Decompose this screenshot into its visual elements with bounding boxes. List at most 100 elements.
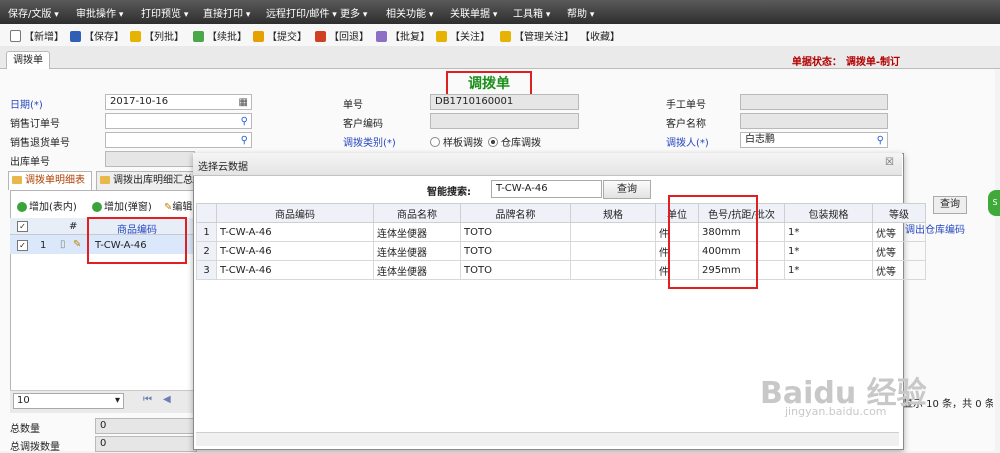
total-qty-field: 0	[95, 418, 197, 434]
cell-product-code[interactable]: T-CW-A-46	[216, 241, 374, 261]
continue-approve-button[interactable]: 【续批】	[193, 28, 247, 43]
col-brand[interactable]: 品牌名称	[460, 203, 571, 223]
col-product-name[interactable]: 商品名称	[373, 203, 461, 223]
search-icon[interactable]: ⚲	[241, 115, 248, 129]
new-button[interactable]: 【新增】	[10, 28, 64, 43]
cell-brand[interactable]: TOTO	[460, 222, 571, 242]
cell-product-code[interactable]: T-CW-A-46	[216, 260, 374, 280]
watch-button[interactable]: 【关注】	[436, 28, 490, 43]
transfer-type-label: 调拨类别(*)	[343, 138, 396, 149]
col-grade[interactable]: 等级	[872, 203, 926, 223]
cell-product-name[interactable]: 连体坐便器	[373, 260, 461, 280]
dialog-titlebar: 选择云数据 ☒	[193, 153, 902, 176]
sales-order-field[interactable]: ⚲	[105, 113, 252, 129]
table-row[interactable]: 2 T-CW-A-46 连体坐便器 TOTO 件 400mm 1* 优等	[196, 241, 926, 261]
menu-direct-print[interactable]: 直接打印	[203, 5, 250, 20]
cell-package[interactable]: 1*	[784, 260, 873, 280]
tab-detail[interactable]: 调拨单明细表	[8, 171, 92, 190]
manual-no-label: 手工单号	[666, 100, 706, 111]
list-approve-button[interactable]: 【列批】	[130, 28, 184, 43]
cell-spec[interactable]	[570, 222, 656, 242]
cell-spec[interactable]	[570, 241, 656, 261]
cell-grade[interactable]: 优等	[872, 260, 926, 280]
dialog-title: 选择云数据	[198, 162, 248, 173]
add-inline-button[interactable]: 增加(表内)	[17, 198, 77, 213]
side-badge[interactable]: S	[988, 190, 1000, 216]
menu-linked-docs[interactable]: 关联单据	[450, 5, 497, 20]
col-index	[196, 203, 217, 223]
sales-order-label: 销售订单号	[10, 119, 60, 130]
menu-save[interactable]: 保存/文版	[8, 5, 59, 20]
out-no-field[interactable]	[105, 151, 195, 167]
favorite-button[interactable]: 【收藏】	[580, 28, 620, 43]
select-all-checkbox[interactable]: ✓	[17, 221, 28, 232]
search-icon[interactable]: ⚲	[241, 134, 248, 148]
cell-index: 1	[196, 222, 217, 242]
close-icon[interactable]: ☒	[885, 157, 894, 168]
tab-transfer-order[interactable]: 调拨单	[6, 51, 50, 69]
customer-name-label: 客户名称	[666, 119, 706, 130]
rollback-button[interactable]: 【回退】	[315, 28, 369, 43]
smart-search-input[interactable]: T-CW-A-46	[491, 180, 602, 198]
col-package[interactable]: 包装规格	[784, 203, 873, 223]
menu-remote-print[interactable]: 远程打印/邮件	[266, 5, 337, 20]
add-popup-button[interactable]: 增加(弹窗)	[92, 198, 152, 213]
query-button[interactable]: 查询	[603, 180, 651, 199]
cell-product-name[interactable]: 连体坐便器	[373, 241, 461, 261]
submit-icon	[253, 31, 264, 42]
cell-product-name[interactable]: 连体坐便器	[373, 222, 461, 242]
edit-row-icon[interactable]: ✎	[73, 239, 81, 250]
add-icon	[92, 202, 102, 212]
submit-button[interactable]: 【提交】	[253, 28, 307, 43]
menu-more[interactable]: 更多	[340, 5, 367, 20]
customer-code-field[interactable]	[430, 113, 579, 129]
first-page-icon[interactable]: ⏮	[143, 394, 152, 405]
transferor-field[interactable]: 白志鹏 ⚲	[740, 132, 888, 148]
menu-approve[interactable]: 审批操作	[76, 5, 123, 20]
doc-icon[interactable]: ▯	[60, 239, 66, 250]
cell-brand[interactable]: TOTO	[460, 241, 571, 261]
highlight-box	[87, 217, 187, 264]
cell-grade[interactable]: 优等	[872, 241, 926, 261]
cell-package[interactable]: 1*	[784, 241, 873, 261]
edit-button[interactable]: ✎编辑	[164, 198, 192, 213]
right-query-button[interactable]: 查询	[933, 196, 967, 214]
manual-no-field[interactable]	[740, 94, 888, 110]
sales-return-field[interactable]: ⚲	[105, 132, 252, 148]
cell-spec[interactable]	[570, 260, 656, 280]
cloud-data-table: 商品编码 商品名称 品牌名称 规格 单位 色号/抗距/批次 包装规格 等级 1 …	[196, 203, 926, 280]
menu-print-preview[interactable]: 打印预览	[141, 5, 188, 20]
cell-grade[interactable]: 优等	[872, 222, 926, 242]
docno-field[interactable]: DB1710160001	[430, 94, 579, 110]
cell-package[interactable]: 1*	[784, 222, 873, 242]
menu-toolbox[interactable]: 工具箱	[513, 5, 550, 20]
table-row[interactable]: 3 T-CW-A-46 连体坐便器 TOTO 件 295mm 1* 优等	[196, 260, 926, 280]
col-spec[interactable]: 规格	[570, 203, 656, 223]
watermark-url: jingyan.baidu.com	[785, 405, 887, 418]
horizontal-scrollbar[interactable]	[196, 432, 899, 446]
manage-watch-button[interactable]: 【管理关注】	[500, 28, 574, 43]
table-row[interactable]: 1 T-CW-A-46 连体坐便器 TOTO 件 380mm 1* 优等	[196, 222, 926, 242]
row-number: 1	[40, 240, 47, 251]
cell-product-code[interactable]: T-CW-A-46	[216, 222, 374, 242]
prev-page-icon[interactable]: ◀	[163, 394, 171, 405]
save-button[interactable]: 【保存】	[70, 28, 124, 43]
reply-button[interactable]: 【批复】	[376, 28, 430, 43]
date-field[interactable]: 2017-10-16 ▦	[105, 94, 252, 110]
col-product-code[interactable]: 商品编码	[216, 203, 374, 223]
cell-index: 2	[196, 241, 217, 261]
cell-brand[interactable]: TOTO	[460, 260, 571, 280]
new-doc-icon	[10, 30, 21, 42]
toolbar: 【新增】 【保存】 【列批】 【续批】 【提交】 【回退】 【批复】 【关注】 …	[0, 24, 1000, 47]
search-icon[interactable]: ⚲	[877, 134, 884, 148]
menu-help[interactable]: 帮助	[567, 5, 594, 20]
calendar-icon[interactable]: ▦	[239, 96, 248, 110]
page-size-select[interactable]: 10 ▾	[13, 393, 124, 409]
customer-name-field[interactable]	[740, 113, 888, 129]
transfer-type-sample[interactable]: 样板调拨	[430, 134, 483, 149]
row-checkbox[interactable]: ✓	[17, 240, 28, 251]
folder-icon	[12, 176, 22, 184]
chevron-down-icon: ▾	[114, 395, 120, 406]
transfer-type-warehouse[interactable]: 仓库调拨	[488, 134, 541, 149]
menu-related[interactable]: 相关功能	[386, 5, 433, 20]
